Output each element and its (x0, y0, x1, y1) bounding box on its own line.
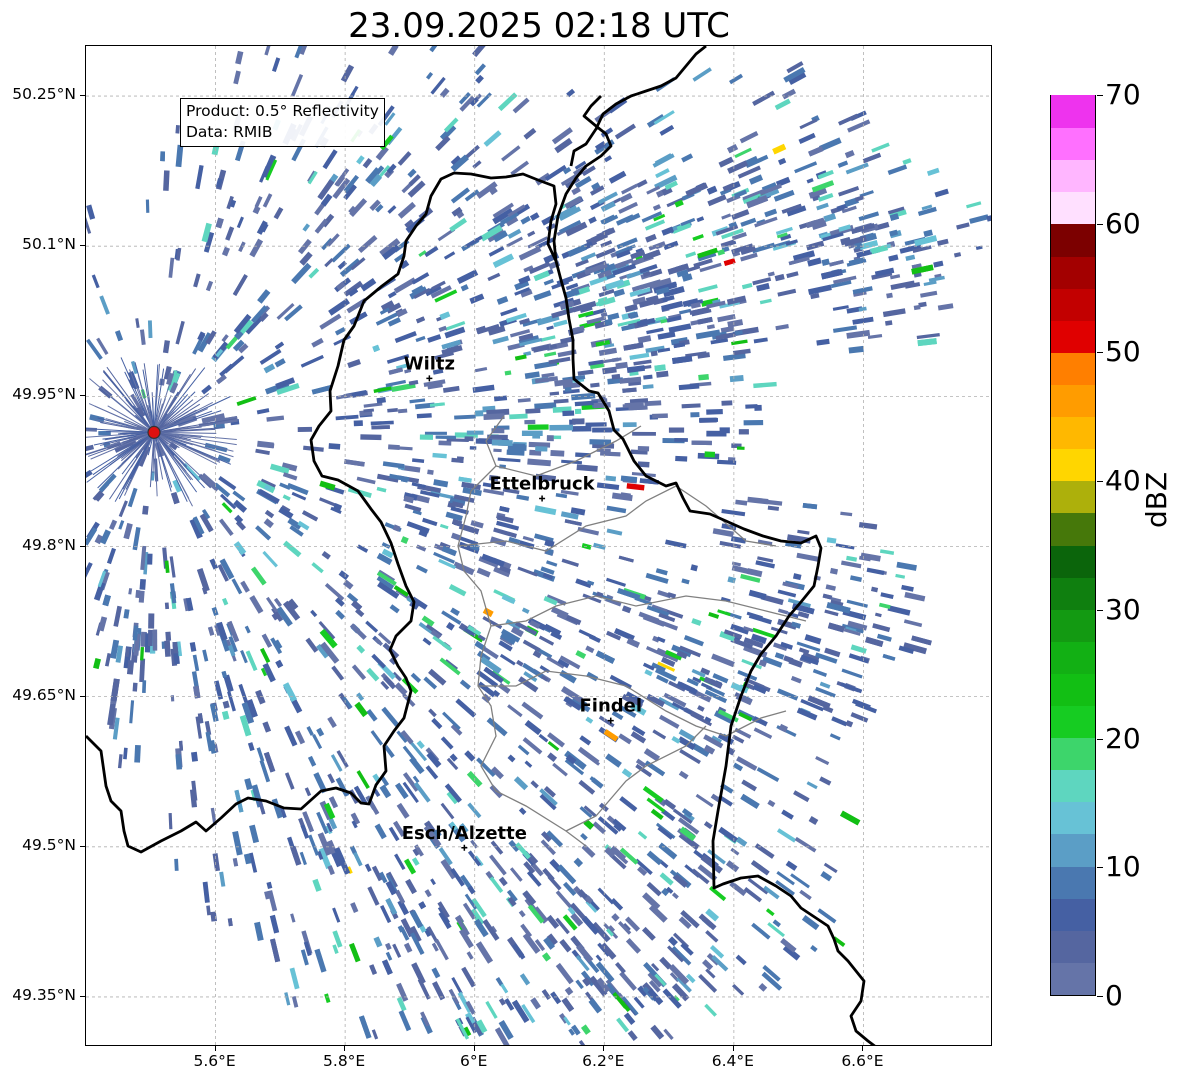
lon-tick-mark (732, 1046, 734, 1051)
colorbar-segment (1051, 898, 1095, 931)
lat-tick-mark (80, 545, 85, 547)
lat-tick-mark (80, 995, 85, 997)
lat-tick-mark (80, 245, 85, 247)
lat-tick-mark (80, 95, 85, 97)
colorbar-tick-mark (1097, 352, 1103, 354)
colorbar-tick-mark (1097, 609, 1103, 611)
colorbar-tick-mark (1097, 996, 1103, 997)
colorbar-segment (1051, 512, 1095, 546)
reflectivity-echoes (86, 46, 991, 1045)
map-title: 23.09.2025 02:18 UTC (348, 6, 730, 46)
colorbar-segment (1051, 801, 1095, 835)
map-gridlines (86, 46, 991, 1045)
city-marker-icon (426, 375, 433, 382)
colorbar-segment (1051, 255, 1095, 289)
lon-tick-mark (862, 1046, 864, 1051)
colorbar-tick-label: 30 (1105, 592, 1141, 626)
lat-tick-mark (80, 395, 85, 397)
city-label: Wiltz (404, 353, 455, 374)
colorbar-segment (1051, 865, 1095, 899)
colorbar-tick-label: 60 (1105, 206, 1141, 240)
colorbar-segment (1051, 609, 1095, 642)
data-source-label: Data: RMIB (186, 123, 273, 141)
radar-map[interactable]: Wiltz Ettelbruck Findel Esch/Alzette Produc… (85, 45, 992, 1046)
city-label: Esch/Alzette (402, 823, 527, 844)
lat-tick-label: 49.5°N (22, 835, 76, 854)
lon-tick-mark (344, 1046, 346, 1051)
city-label: Ettelbruck (490, 473, 596, 494)
colorbar-tick-mark (1097, 481, 1103, 483)
colorbar-segment (1051, 544, 1095, 578)
colorbar-segment (1051, 127, 1095, 161)
radar-site-marker (147, 425, 161, 439)
lon-tick-label: 6.2°E (582, 1052, 625, 1070)
lon-tick-mark (473, 1046, 475, 1051)
lat-tick-label: 49.65°N (12, 685, 76, 704)
lon-tick-mark (603, 1046, 605, 1051)
colorbar-tick-label: 50 (1105, 335, 1141, 369)
lat-tick-mark (80, 845, 85, 847)
lat-tick-label: 49.35°N (12, 985, 76, 1004)
colorbar-tick-label: 10 (1105, 850, 1141, 884)
city-marker-icon (461, 844, 468, 851)
colorbar-segment (1051, 930, 1095, 963)
colorbar-tick-mark (1097, 95, 1103, 96)
colorbar-tick-mark (1097, 867, 1103, 869)
colorbar-tick-label: 70 (1105, 78, 1141, 111)
colorbar-tick-label: 40 (1105, 464, 1141, 498)
colorbar-tick-label: 20 (1105, 721, 1141, 755)
colorbar-segment (1051, 641, 1095, 674)
lat-tick-label: 49.95°N (12, 385, 76, 404)
colorbar-segment (1051, 737, 1095, 771)
colorbar-segment (1051, 480, 1095, 514)
colorbar-segment (1051, 159, 1095, 193)
lat-tick-label: 50.25°N (12, 85, 76, 104)
lat-tick-label: 50.1°N (22, 235, 76, 254)
colorbar (1050, 95, 1096, 996)
colorbar-segment (1051, 384, 1095, 418)
lon-tick-mark (214, 1046, 216, 1051)
lat-tick-mark (80, 695, 85, 697)
lon-tick-label: 5.8°E (323, 1052, 366, 1070)
colorbar-unit-label: dBZ (1140, 471, 1173, 528)
colorbar-segment (1051, 95, 1095, 129)
colorbar-segment (1051, 320, 1095, 353)
city-label: Findel (579, 696, 642, 717)
colorbar-segment (1051, 705, 1095, 739)
lon-tick-label: 6°E (460, 1052, 488, 1070)
colorbar-segment (1051, 962, 1095, 995)
city-marker-icon (539, 495, 546, 502)
colorbar-tick-mark (1097, 738, 1103, 740)
colorbar-segment (1051, 833, 1095, 867)
colorbar-segment (1051, 191, 1095, 225)
colorbar-segment (1051, 288, 1095, 321)
lon-tick-label: 5.6°E (193, 1052, 236, 1070)
colorbar-tick-mark (1097, 223, 1103, 225)
colorbar-segment (1051, 448, 1095, 482)
colorbar-segment (1051, 223, 1095, 257)
lon-tick-label: 6.4°E (711, 1052, 754, 1070)
colorbar-tick-label: 0 (1105, 979, 1123, 1012)
product-info-box: Product: 0.5° Reflectivity Data: RMIB (180, 98, 385, 147)
colorbar-segment (1051, 416, 1095, 450)
lon-tick-label: 6.6°E (841, 1052, 884, 1070)
product-label: Product: 0.5° Reflectivity (186, 102, 379, 120)
colorbar-segment (1051, 352, 1095, 385)
colorbar-segment (1051, 673, 1095, 707)
colorbar-segment (1051, 577, 1095, 610)
radar-map-svg: Wiltz Ettelbruck Findel Esch/Alzette (86, 46, 991, 1045)
lat-tick-label: 49.8°N (22, 535, 76, 554)
colorbar-segment (1051, 769, 1095, 803)
